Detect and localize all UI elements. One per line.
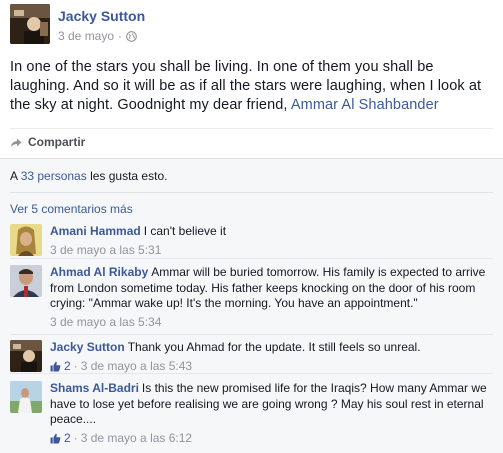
comment-body: Jacky Sutton Thank you Ahmad for the upda… [50, 340, 493, 374]
share-arrow-icon [10, 137, 22, 148]
likes-people-link[interactable]: 33 personas [21, 169, 87, 183]
view-more-comments-link[interactable]: Ver 5 comentarios más [10, 202, 133, 216]
commenter-avatar[interactable] [10, 265, 42, 297]
meta-separator: · [73, 358, 78, 373]
commenter-name[interactable]: Ahmad Al Rikaby [50, 265, 148, 279]
share-button[interactable]: Compartir [10, 135, 85, 149]
comment-text: Thank you Ahmad for the update. It still… [127, 340, 421, 354]
thumbs-up-icon [50, 361, 61, 372]
comment-like-count[interactable]: 2 [64, 431, 71, 447]
author-avatar[interactable] [10, 4, 50, 44]
comment-time[interactable]: 3 de mayo a las 5:31 [50, 243, 161, 259]
comment-text: I can't believe it [143, 224, 227, 238]
comment-time[interactable]: 3 de mayo a las 5:34 [50, 315, 161, 331]
comment-divider [10, 373, 493, 374]
comment-divider [10, 334, 493, 335]
facebook-post: Jacky Sutton 3 de mayo · In one of the s… [0, 0, 503, 453]
commenter-name[interactable]: Jacky Sutton [50, 340, 125, 354]
thumbs-up-icon [50, 433, 61, 444]
divider [10, 192, 493, 193]
commenter-avatar[interactable] [10, 381, 42, 413]
post-meta: 3 de mayo · [58, 29, 137, 43]
commenter-name[interactable]: Amani Hammad [50, 224, 141, 238]
post-date[interactable]: 3 de mayo [58, 29, 114, 43]
comment-like-count[interactable]: 2 [64, 359, 71, 375]
share-label: Compartir [28, 135, 86, 149]
comment-body: Shams Al-Badri Is this the new promised l… [50, 381, 493, 446]
mention-link[interactable]: Ammar Al Shahbander [291, 97, 439, 113]
commenter-name[interactable]: Shams Al-Badri [50, 381, 139, 395]
comment-divider [10, 258, 493, 259]
comment-body: Amani Hammad I can't believe it 3 de mayo… [50, 224, 493, 258]
likes-prefix: A [10, 169, 21, 183]
likes-suffix: les gusta esto. [86, 169, 168, 183]
meta-separator: · [118, 29, 123, 43]
author-name[interactable]: Jacky Sutton [58, 8, 145, 24]
comment-time[interactable]: 3 de mayo a las 6:12 [81, 431, 192, 447]
comment-time[interactable]: 3 de mayo a las 5:43 [81, 359, 192, 375]
likes-summary: A 33 personas les gusta esto. [10, 169, 167, 183]
commenter-avatar[interactable] [10, 224, 42, 256]
globe-icon[interactable] [126, 30, 137, 42]
comment-body: Ahmad Al Rikaby Ammar will be buried tomo… [50, 265, 493, 330]
meta-separator: · [73, 430, 78, 445]
post-text: In one of the stars you shall be living.… [10, 58, 495, 115]
divider [10, 128, 493, 129]
commenter-avatar[interactable] [10, 340, 42, 372]
